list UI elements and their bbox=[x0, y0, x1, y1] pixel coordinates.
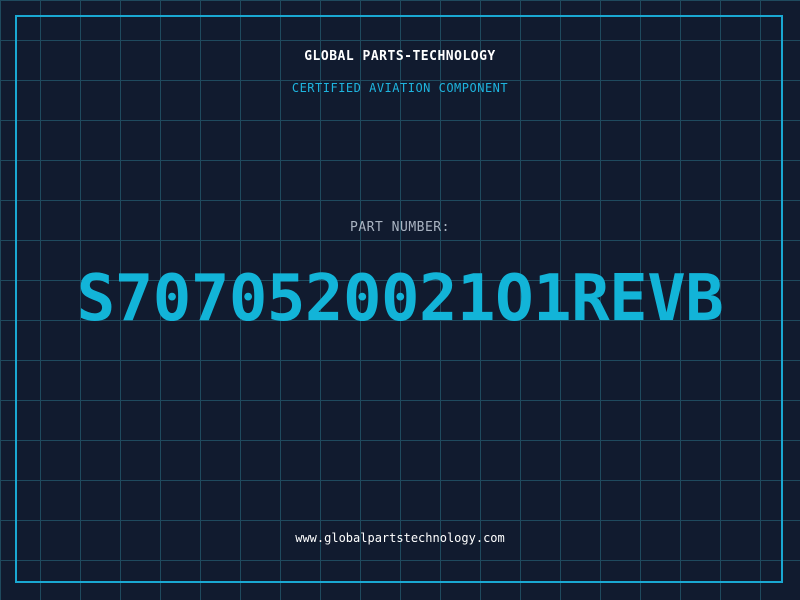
brand-title: GLOBAL PARTS-TECHNOLOGY bbox=[304, 49, 496, 64]
part-number-label: PART NUMBER: bbox=[350, 220, 450, 235]
certification-tagline: CERTIFIED AVIATION COMPONENT bbox=[291, 81, 509, 95]
label-canvas: GLOBAL PARTS-TECHNOLOGY CERTIFIED AVIATI… bbox=[0, 0, 800, 600]
website-url: www.globalpartstechnology.com bbox=[295, 531, 505, 545]
part-number-value: S7070520021O1REVB bbox=[76, 262, 724, 336]
